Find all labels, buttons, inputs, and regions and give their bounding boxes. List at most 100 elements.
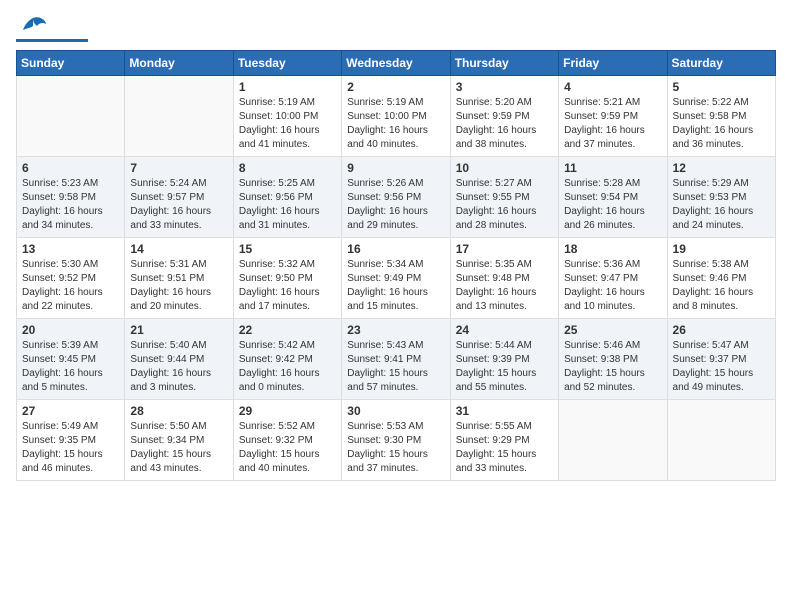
weekday-header-wednesday: Wednesday	[342, 51, 450, 76]
calendar-cell: 25Sunrise: 5:46 AM Sunset: 9:38 PM Dayli…	[559, 319, 667, 400]
day-number: 16	[347, 242, 444, 256]
calendar-cell: 8 Sunrise: 5:25 AM Sunset: 9:56 PM Daylig…	[233, 157, 341, 238]
day-number: 29	[239, 404, 336, 418]
day-detail: Sunrise: 5:53 AM Sunset: 9:30 PM Dayligh…	[347, 420, 444, 476]
calendar-cell: 15 Sunrise: 5:32 AM Sunset: 9:50 PM Dayli…	[233, 238, 341, 319]
weekday-header-sunday: Sunday	[17, 51, 125, 76]
day-detail: Sunrise: 5:20 AM Sunset: 9:59 PM Dayligh…	[456, 96, 553, 152]
day-number: 24	[456, 323, 553, 337]
calendar-cell: 2 Sunrise: 5:19 AM Sunset: 10:00 PM Dayli…	[342, 76, 450, 157]
day-number: 21	[130, 323, 227, 337]
day-number: 11	[564, 161, 661, 175]
calendar-cell: 28 Sunrise: 5:50 AM Sunset: 9:34 PM Dayli…	[125, 400, 233, 481]
day-number: 23	[347, 323, 444, 337]
day-detail: Sunrise: 5:19 AM Sunset: 10:00 PM Daylig…	[347, 96, 444, 152]
calendar-cell: 1 Sunrise: 5:19 AM Sunset: 10:00 PM Dayli…	[233, 76, 341, 157]
calendar-cell	[667, 400, 775, 481]
day-number: 15	[239, 242, 336, 256]
calendar-cell: 24 Sunrise: 5:44 AM Sunset: 9:39 PM Dayli…	[450, 319, 558, 400]
calendar-week-row: 1 Sunrise: 5:19 AM Sunset: 10:00 PM Dayli…	[17, 76, 776, 157]
day-number: 22	[239, 323, 336, 337]
calendar-table: SundayMondayTuesdayWednesdayThursdayFrid…	[16, 50, 776, 481]
calendar-cell	[17, 76, 125, 157]
day-number: 30	[347, 404, 444, 418]
calendar-cell: 18 Sunrise: 5:36 AM Sunset: 9:47 PM Dayli…	[559, 238, 667, 319]
weekday-header-monday: Monday	[125, 51, 233, 76]
day-number: 18	[564, 242, 661, 256]
day-number: 28	[130, 404, 227, 418]
calendar-cell: 16 Sunrise: 5:34 AM Sunset: 9:49 PM Dayli…	[342, 238, 450, 319]
day-detail: Sunrise: 5:35 AM Sunset: 9:48 PM Dayligh…	[456, 258, 553, 314]
day-detail: Sunrise: 5:29 AM Sunset: 9:53 PM Dayligh…	[673, 177, 770, 233]
calendar-week-row: 13 Sunrise: 5:30 AM Sunset: 9:52 PM Dayli…	[17, 238, 776, 319]
calendar-week-row: 6Sunrise: 5:23 AM Sunset: 9:58 PM Daylig…	[17, 157, 776, 238]
day-number: 3	[456, 80, 553, 94]
day-detail: Sunrise: 5:34 AM Sunset: 9:49 PM Dayligh…	[347, 258, 444, 314]
day-number: 8	[239, 161, 336, 175]
calendar-cell: 14 Sunrise: 5:31 AM Sunset: 9:51 PM Dayli…	[125, 238, 233, 319]
day-detail: Sunrise: 5:27 AM Sunset: 9:55 PM Dayligh…	[456, 177, 553, 233]
day-detail: Sunrise: 5:39 AM Sunset: 9:45 PM Dayligh…	[22, 339, 119, 395]
weekday-header-friday: Friday	[559, 51, 667, 76]
calendar-cell: 27 Sunrise: 5:49 AM Sunset: 9:35 PM Dayli…	[17, 400, 125, 481]
day-detail: Sunrise: 5:25 AM Sunset: 9:56 PM Dayligh…	[239, 177, 336, 233]
day-detail: Sunrise: 5:32 AM Sunset: 9:50 PM Dayligh…	[239, 258, 336, 314]
day-detail: Sunrise: 5:31 AM Sunset: 9:51 PM Dayligh…	[130, 258, 227, 314]
day-number: 1	[239, 80, 336, 94]
day-number: 5	[673, 80, 770, 94]
logo	[16, 16, 88, 42]
day-detail: Sunrise: 5:28 AM Sunset: 9:54 PM Dayligh…	[564, 177, 661, 233]
day-detail: Sunrise: 5:36 AM Sunset: 9:47 PM Dayligh…	[564, 258, 661, 314]
day-number: 31	[456, 404, 553, 418]
day-number: 13	[22, 242, 119, 256]
day-detail: Sunrise: 5:49 AM Sunset: 9:35 PM Dayligh…	[22, 420, 119, 476]
calendar-cell: 29 Sunrise: 5:52 AM Sunset: 9:32 PM Dayli…	[233, 400, 341, 481]
calendar-cell: 23 Sunrise: 5:43 AM Sunset: 9:41 PM Dayli…	[342, 319, 450, 400]
day-detail: Sunrise: 5:52 AM Sunset: 9:32 PM Dayligh…	[239, 420, 336, 476]
weekday-header-thursday: Thursday	[450, 51, 558, 76]
day-detail: Sunrise: 5:47 AM Sunset: 9:37 PM Dayligh…	[673, 339, 770, 395]
day-number: 19	[673, 242, 770, 256]
calendar-cell	[125, 76, 233, 157]
day-detail: Sunrise: 5:40 AM Sunset: 9:44 PM Dayligh…	[130, 339, 227, 395]
calendar-cell: 4Sunrise: 5:21 AM Sunset: 9:59 PM Daylig…	[559, 76, 667, 157]
day-number: 12	[673, 161, 770, 175]
day-number: 10	[456, 161, 553, 175]
day-detail: Sunrise: 5:22 AM Sunset: 9:58 PM Dayligh…	[673, 96, 770, 152]
day-number: 4	[564, 80, 661, 94]
day-detail: Sunrise: 5:43 AM Sunset: 9:41 PM Dayligh…	[347, 339, 444, 395]
day-number: 7	[130, 161, 227, 175]
day-number: 14	[130, 242, 227, 256]
calendar-cell: 22 Sunrise: 5:42 AM Sunset: 9:42 PM Dayli…	[233, 319, 341, 400]
day-detail: Sunrise: 5:42 AM Sunset: 9:42 PM Dayligh…	[239, 339, 336, 395]
day-number: 6	[22, 161, 119, 175]
calendar-cell: 21 Sunrise: 5:40 AM Sunset: 9:44 PM Dayli…	[125, 319, 233, 400]
calendar-cell: 19Sunrise: 5:38 AM Sunset: 9:46 PM Dayli…	[667, 238, 775, 319]
calendar-cell: 13 Sunrise: 5:30 AM Sunset: 9:52 PM Dayli…	[17, 238, 125, 319]
page-header	[16, 16, 776, 42]
day-number: 27	[22, 404, 119, 418]
day-number: 20	[22, 323, 119, 337]
calendar-cell: 7 Sunrise: 5:24 AM Sunset: 9:57 PM Daylig…	[125, 157, 233, 238]
day-detail: Sunrise: 5:44 AM Sunset: 9:39 PM Dayligh…	[456, 339, 553, 395]
day-number: 26	[673, 323, 770, 337]
calendar-cell: 6Sunrise: 5:23 AM Sunset: 9:58 PM Daylig…	[17, 157, 125, 238]
day-detail: Sunrise: 5:55 AM Sunset: 9:29 PM Dayligh…	[456, 420, 553, 476]
calendar-header-row: SundayMondayTuesdayWednesdayThursdayFrid…	[17, 51, 776, 76]
day-number: 9	[347, 161, 444, 175]
day-detail: Sunrise: 5:26 AM Sunset: 9:56 PM Dayligh…	[347, 177, 444, 233]
calendar-cell: 26 Sunrise: 5:47 AM Sunset: 9:37 PM Dayli…	[667, 319, 775, 400]
calendar-cell: 10 Sunrise: 5:27 AM Sunset: 9:55 PM Dayli…	[450, 157, 558, 238]
calendar-cell: 31 Sunrise: 5:55 AM Sunset: 9:29 PM Dayli…	[450, 400, 558, 481]
calendar-cell: 3 Sunrise: 5:20 AM Sunset: 9:59 PM Daylig…	[450, 76, 558, 157]
calendar-cell: 30 Sunrise: 5:53 AM Sunset: 9:30 PM Dayli…	[342, 400, 450, 481]
day-number: 17	[456, 242, 553, 256]
calendar-cell: 12 Sunrise: 5:29 AM Sunset: 9:53 PM Dayli…	[667, 157, 775, 238]
day-detail: Sunrise: 5:19 AM Sunset: 10:00 PM Daylig…	[239, 96, 336, 152]
day-detail: Sunrise: 5:24 AM Sunset: 9:57 PM Dayligh…	[130, 177, 227, 233]
calendar-cell	[559, 400, 667, 481]
day-detail: Sunrise: 5:30 AM Sunset: 9:52 PM Dayligh…	[22, 258, 119, 314]
day-number: 2	[347, 80, 444, 94]
day-detail: Sunrise: 5:50 AM Sunset: 9:34 PM Dayligh…	[130, 420, 227, 476]
calendar-cell: 20 Sunrise: 5:39 AM Sunset: 9:45 PM Dayli…	[17, 319, 125, 400]
